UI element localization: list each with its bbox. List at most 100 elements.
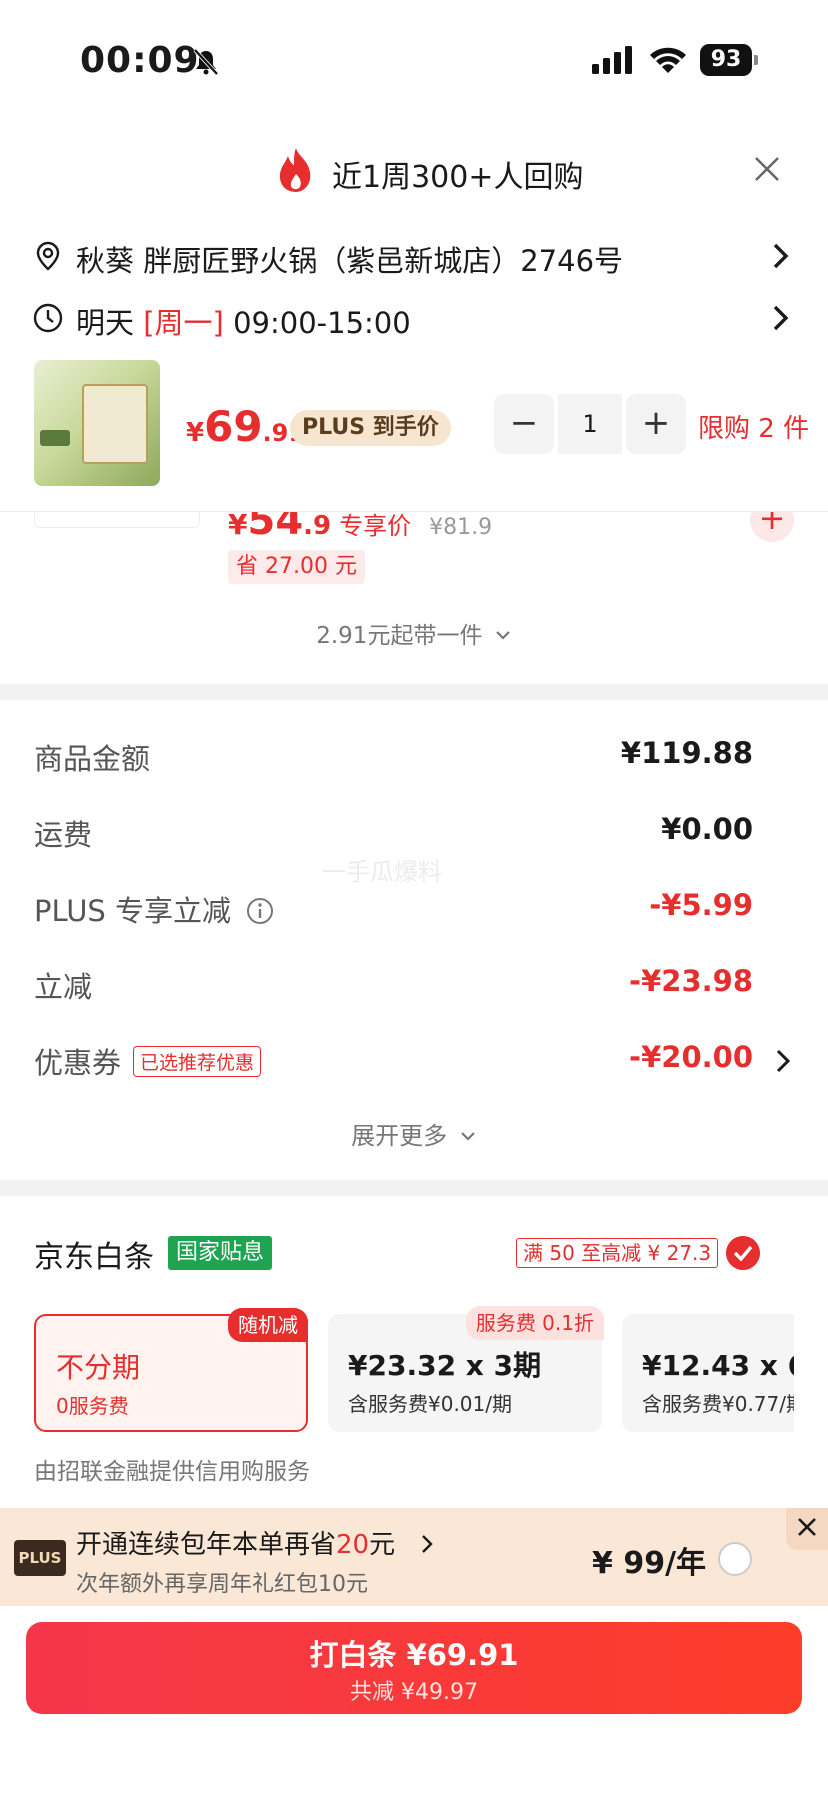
plus-discount-text: PLUS 专享立减 (34, 894, 232, 928)
cost-row-shipping: 运费 ¥0.00 (0, 806, 828, 856)
baitiao-promo-tag: 满 50 至高减 ¥ 27.3 (516, 1238, 719, 1268)
plan-fee: 0服务费 (56, 1394, 129, 1418)
coupon-recommended-tag: 已选推荐优惠 (133, 1046, 262, 1077)
price-integer: 69 (204, 402, 263, 451)
checkmark-icon[interactable] (726, 1236, 760, 1270)
battery-level: 93 (700, 44, 752, 76)
product-row: ¥69.91 PLUS 到手价 − 1 + 限购 2 件 (0, 352, 828, 512)
info-icon[interactable] (246, 897, 274, 925)
plan-fee: 含服务费¥0.77/期 (642, 1392, 794, 1416)
addon-price-symbol: ¥ (228, 508, 248, 541)
credit-provider-note: 由招联金融提供信用购服务 (34, 1459, 310, 1485)
expand-more-text: 展开更多 (351, 1122, 448, 1150)
fire-icon (279, 148, 311, 192)
status-time: 00:09 (80, 40, 200, 81)
delivery-day: 明天 (76, 306, 135, 340)
product-tag-shape (40, 430, 70, 446)
plus-offer-prefix: 开通连续包年本单再省 (76, 1530, 337, 1560)
cost-row-coupon[interactable]: 优惠券 已选推荐优惠 -¥20.00 (0, 1034, 828, 1084)
plan-fee: 含服务费¥0.01/期 (348, 1392, 512, 1416)
pay-with-baitiao-button[interactable]: 打白条 ¥69.91 共减 ¥49.97 (26, 1622, 802, 1714)
installment-option-none[interactable]: 随机减 不分期 0服务费 (34, 1308, 308, 1432)
delivery-time-text: 明天 [周一] 09:00-15:00 (76, 300, 411, 342)
chevron-right-icon (422, 1535, 433, 1553)
section-divider (0, 684, 828, 700)
instant-discount-value: -¥23.98 (629, 964, 753, 998)
coupon-text: 优惠券 (34, 1046, 122, 1080)
cellular-signal-icon (592, 46, 632, 74)
random-discount-badge: 随机减 (228, 1308, 308, 1342)
chevron-down-icon (461, 1132, 475, 1141)
close-icon[interactable] (752, 154, 782, 184)
price-symbol: ¥ (186, 418, 205, 448)
bundle-more-text: 2.91元起带一件 (316, 623, 483, 649)
bell-muted-icon (193, 48, 219, 76)
plus-discount-label: PLUS 专享立减 (34, 888, 274, 930)
baitiao-title: 京东白条 (34, 1240, 154, 1275)
plan-title: ¥12.43 x 6期 (642, 1349, 794, 1382)
addon-price-label: 专享价 (339, 512, 412, 540)
shipping-value: ¥0.00 (661, 812, 753, 846)
decrease-quantity-button[interactable]: − (494, 394, 554, 454)
goods-amount-value: ¥119.88 (620, 736, 753, 770)
clock-icon (33, 303, 63, 333)
product-box-shape (82, 384, 148, 464)
cost-row-instant-discount: 立减 -¥23.98 (0, 958, 828, 1008)
header-title: 近1周300+人回购 (332, 160, 584, 195)
close-icon[interactable] (786, 1508, 828, 1550)
chevron-right-icon (773, 243, 789, 269)
addon-save-badge: 省 27.00 元 (228, 550, 365, 584)
purchase-limit-text: 限购 2 件 (698, 414, 810, 444)
quantity-stepper: − 1 + (494, 394, 686, 454)
installment-option-6[interactable]: ¥12.43 x 6期 含服务费¥0.77/期 (622, 1314, 794, 1432)
addon-original-price: ¥81.9 (429, 515, 493, 540)
plus-logo: PLUS (14, 1540, 66, 1576)
chevron-down-icon (495, 631, 510, 640)
increase-quantity-button[interactable]: + (626, 394, 686, 454)
sheet-header: 近1周300+人回购 (0, 140, 828, 204)
section-divider (0, 1180, 828, 1196)
plus-offer-suffix: 元 (369, 1530, 396, 1560)
plus-offer-amount: 20 (336, 1530, 370, 1560)
gov-subsidy-tag: 国家贴息 (168, 1236, 273, 1270)
expand-more-link[interactable]: 展开更多 (0, 1116, 828, 1151)
status-bar: 00:09 93 (0, 0, 828, 120)
coupon-label: 优惠券 已选推荐优惠 (34, 1040, 262, 1082)
plus-annual-price: ¥ 99/年 (592, 1546, 707, 1581)
installment-clip: ¥12.43 x 6期 含服务费¥0.77/期 (622, 1314, 794, 1432)
chevron-right-icon (776, 1049, 791, 1073)
fee-discount-badge: 服务费 0.1折 (465, 1306, 604, 1340)
plan-title: 不分期 (56, 1351, 141, 1384)
product-image[interactable] (34, 360, 160, 486)
plan-title: ¥23.32 x 3期 (348, 1349, 542, 1382)
address-text: 秋葵 胖厨匠野火锅（紫邑新城店）2746号 (76, 244, 624, 278)
plus-price-badge: PLUS 到手价 (290, 410, 451, 446)
delivery-weekday: [周一] (143, 306, 224, 340)
plus-membership-banner[interactable]: PLUS 开通连续包年本单再省20元 次年额外再享周年礼红包10元 ¥ 99/年 (0, 1508, 828, 1606)
goods-amount-label: 商品金额 (34, 742, 151, 776)
instant-discount-label: 立减 (34, 970, 93, 1004)
battery-tip (754, 55, 758, 65)
quantity-value[interactable]: 1 (558, 394, 622, 454)
plus-offer-text: 开通连续包年本单再省20元 (76, 1524, 395, 1561)
battery-indicator: 93 (700, 44, 758, 76)
product-price: ¥69.91 (186, 402, 305, 451)
addon-price-decimal: .9 (303, 511, 332, 541)
bundle-more-link[interactable]: 2.91元起带一件 (0, 616, 828, 650)
plus-offer-subtext: 次年额外再享周年礼红包10元 (76, 1572, 368, 1597)
shipping-label: 运费 (34, 818, 93, 852)
cost-row-goods: 商品金额 ¥119.88 (0, 730, 828, 780)
pay-button-savings: 共减 ¥49.97 (350, 1680, 478, 1705)
coupon-value: -¥20.00 (629, 1040, 753, 1074)
address-row[interactable]: 秋葵 胖厨匠野火锅（紫邑新城店）2746号 (0, 228, 828, 284)
watermark-text: 一手瓜爆料 (322, 858, 442, 886)
wifi-icon (650, 47, 686, 73)
plus-discount-value: -¥5.99 (649, 888, 753, 922)
chevron-right-icon (773, 305, 789, 331)
location-pin-icon (36, 241, 60, 271)
installment-option-3[interactable]: 服务费 0.1折 ¥23.32 x 3期 含服务费¥0.01/期 (328, 1306, 604, 1432)
delivery-time-row[interactable]: 明天 [周一] 09:00-15:00 (0, 290, 828, 346)
plus-select-radio[interactable] (718, 1542, 752, 1576)
pay-button-label: 打白条 ¥69.91 (309, 1638, 519, 1672)
delivery-window: 09:00-15:00 (233, 306, 411, 340)
